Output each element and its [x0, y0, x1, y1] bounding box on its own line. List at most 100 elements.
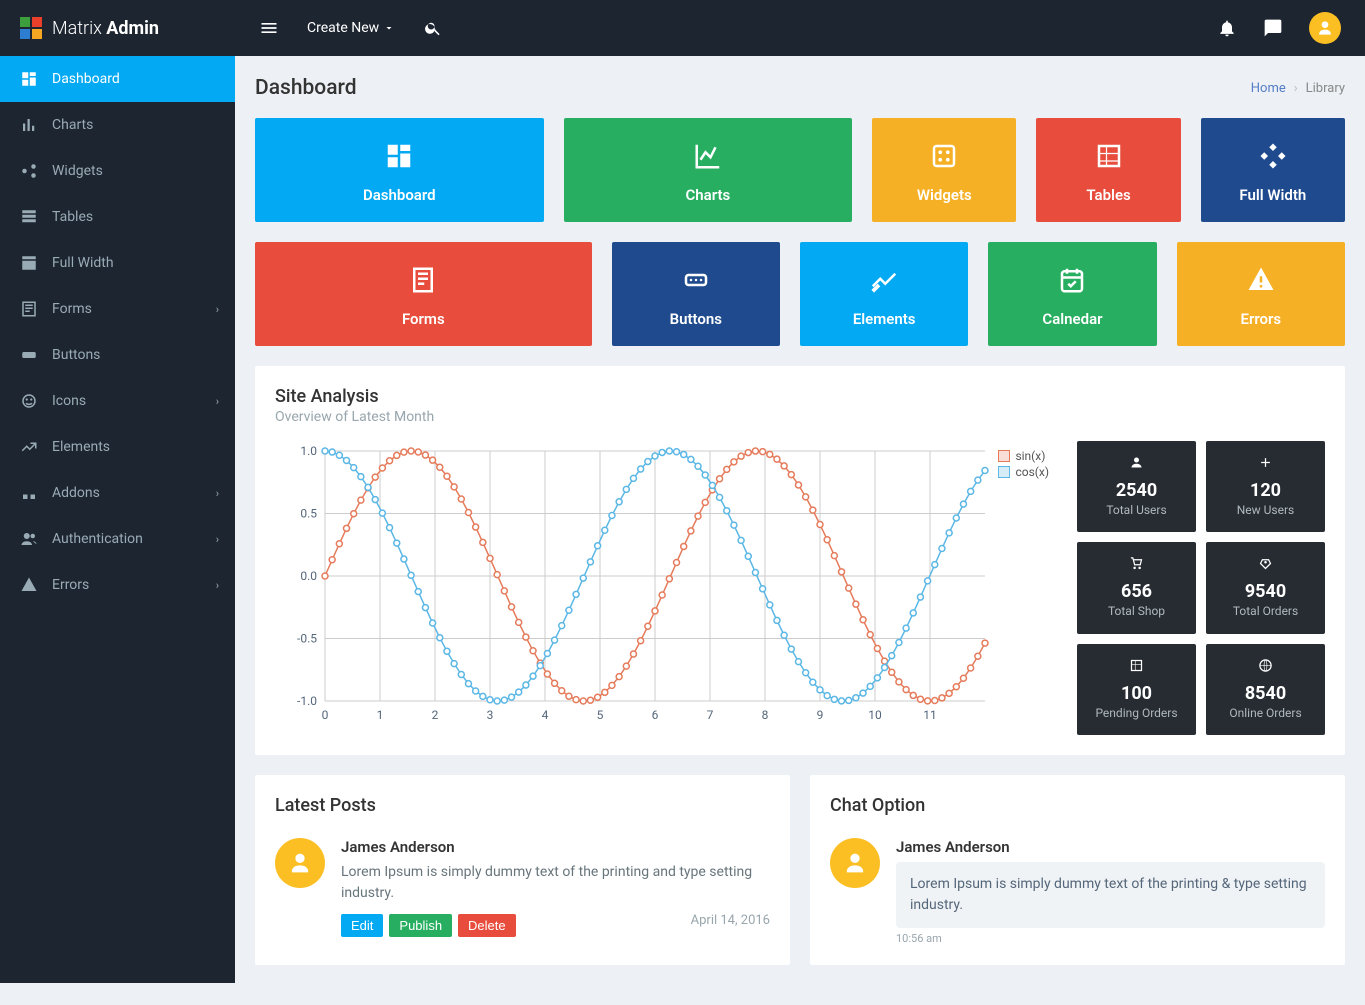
chevron-right-icon: ›: [216, 487, 219, 500]
latest-posts-panel: Latest Posts James Anderson Lorem Ipsum …: [255, 775, 790, 965]
stat-total-orders: 9540Total Orders: [1206, 542, 1325, 633]
edit-button[interactable]: Edit: [341, 914, 383, 937]
sidebar-item-forms[interactable]: Forms›: [0, 286, 235, 332]
publish-button[interactable]: Publish: [389, 914, 452, 937]
nav-icon: [20, 254, 38, 272]
user-avatar[interactable]: [1309, 12, 1341, 44]
brand[interactable]: Matrix Admin: [0, 17, 235, 39]
svg-text:9: 9: [817, 708, 824, 722]
bell-icon[interactable]: [1217, 18, 1237, 38]
nav-label: Icons: [52, 393, 86, 409]
sidebar-item-icons[interactable]: Icons›: [0, 378, 235, 424]
brand-text: Matrix Admin: [52, 18, 159, 39]
search-icon[interactable]: [423, 18, 443, 38]
stat-label: New Users: [1212, 503, 1319, 517]
nav-icon: [20, 116, 38, 134]
delete-button[interactable]: Delete: [458, 914, 516, 937]
post-avatar: [275, 838, 325, 888]
nav-label: Addons: [52, 485, 100, 501]
chat-title: Chat Option: [830, 795, 1325, 816]
post-author: James Anderson: [341, 838, 770, 856]
sidebar-item-tables[interactable]: Tables: [0, 194, 235, 240]
nav-icon: [20, 484, 38, 502]
svg-text:8: 8: [762, 708, 769, 722]
legend-sin: sin(x): [1015, 449, 1045, 463]
nav-label: Elements: [52, 439, 110, 455]
tile-icon: [882, 140, 1006, 172]
tile-errors[interactable]: Errors: [1177, 242, 1345, 346]
chat-icon[interactable]: [1263, 18, 1283, 38]
chat-time: 10:56 am: [896, 932, 1325, 945]
chat-bubble: Lorem Ipsum is simply dummy text of the …: [896, 862, 1325, 928]
tile-label: Full Width: [1211, 186, 1335, 204]
tile-label: Tables: [1046, 186, 1170, 204]
sidebar-item-dashboard[interactable]: Dashboard: [0, 56, 235, 102]
create-new-dropdown[interactable]: Create New: [307, 20, 395, 36]
breadcrumb: Home › Library: [1251, 81, 1345, 96]
tiles-row-1: DashboardChartsWidgets Tables Full Width: [255, 118, 1345, 222]
stat-new-users: 120 New Users: [1206, 441, 1325, 532]
tile-charts[interactable]: Charts: [564, 118, 853, 222]
page-header: Dashboard Home › Library: [255, 76, 1345, 100]
breadcrumb-home[interactable]: Home: [1251, 81, 1286, 96]
stat-label: Total Shop: [1083, 604, 1190, 618]
nav-label: Full Width: [52, 255, 114, 271]
brand-logo-icon: [20, 17, 42, 39]
tile-icon: [1046, 140, 1170, 172]
tile-label: Forms: [265, 310, 582, 328]
nav-icon: [20, 70, 38, 88]
tile-icon: [265, 264, 582, 296]
sidebar-item-authentication[interactable]: Authentication ›: [0, 516, 235, 562]
tile-tables[interactable]: Tables: [1036, 118, 1180, 222]
stat-label: Online Orders: [1212, 706, 1319, 720]
stat-value: 120: [1212, 480, 1319, 501]
svg-text:1.0: 1.0: [300, 444, 317, 458]
line-chart: -1.0-0.50.00.51.001234567891011: [275, 441, 995, 731]
svg-text:3: 3: [487, 708, 494, 722]
chevron-right-icon: ›: [216, 303, 219, 316]
nav-label: Charts: [52, 117, 93, 133]
sidebar-item-charts[interactable]: Charts: [0, 102, 235, 148]
sidebar-item-full-width[interactable]: Full Width: [0, 240, 235, 286]
tile-widgets[interactable]: Widgets: [872, 118, 1016, 222]
svg-text:-0.5: -0.5: [297, 632, 317, 646]
stat-value: 2540: [1083, 480, 1190, 501]
sidebar-item-elements[interactable]: Elements: [0, 424, 235, 470]
sidebar-item-addons[interactable]: Addons ›: [0, 470, 235, 516]
site-analysis-title: Site Analysis: [275, 386, 1325, 407]
nav-icon: [20, 346, 38, 364]
tile-label: Calnedar: [998, 310, 1146, 328]
post-item: James Anderson Lorem Ipsum is simply dum…: [275, 838, 770, 928]
tile-elements[interactable]: Elements: [800, 242, 968, 346]
chevron-right-icon: ›: [216, 579, 219, 592]
latest-posts-title: Latest Posts: [275, 795, 770, 816]
tile-icon: [810, 264, 958, 296]
tile-dashboard[interactable]: Dashboard: [255, 118, 544, 222]
svg-text:0.0: 0.0: [300, 569, 317, 583]
sidebar-item-errors[interactable]: Errors›: [0, 562, 235, 608]
stat-total-users: 2540Total Users: [1077, 441, 1196, 532]
site-analysis-subtitle: Overview of Latest Month: [275, 409, 1325, 425]
sidebar-item-widgets[interactable]: Widgets: [0, 148, 235, 194]
svg-text:2: 2: [432, 708, 439, 722]
chat-panel: Chat Option James Anderson Lorem Ipsum i…: [810, 775, 1345, 965]
chevron-right-icon: ›: [216, 533, 219, 546]
chart-box: sin(x) cos(x) -1.0-0.50.00.51.0012345678…: [275, 441, 1057, 735]
topbar: Matrix Admin Create New: [0, 0, 1365, 56]
tile-icon: [1187, 264, 1335, 296]
tile-forms[interactable]: Forms: [255, 242, 592, 346]
topbar-left: Create New: [235, 18, 443, 38]
nav-icon: [20, 162, 38, 180]
nav-icon: [20, 208, 38, 226]
tile-icon: [622, 264, 770, 296]
menu-toggle-icon[interactable]: [259, 18, 279, 38]
nav-icon: [20, 530, 38, 548]
svg-text:10: 10: [868, 708, 882, 722]
sidebar-item-buttons[interactable]: Buttons: [0, 332, 235, 378]
chat-avatar: [830, 838, 880, 888]
tile-calnedar[interactable]: Calnedar: [988, 242, 1156, 346]
nav-label: Authentication: [52, 531, 143, 547]
chevron-right-icon: ›: [1294, 81, 1298, 96]
tile-buttons[interactable]: Buttons: [612, 242, 780, 346]
tile-full-width[interactable]: Full Width: [1201, 118, 1345, 222]
